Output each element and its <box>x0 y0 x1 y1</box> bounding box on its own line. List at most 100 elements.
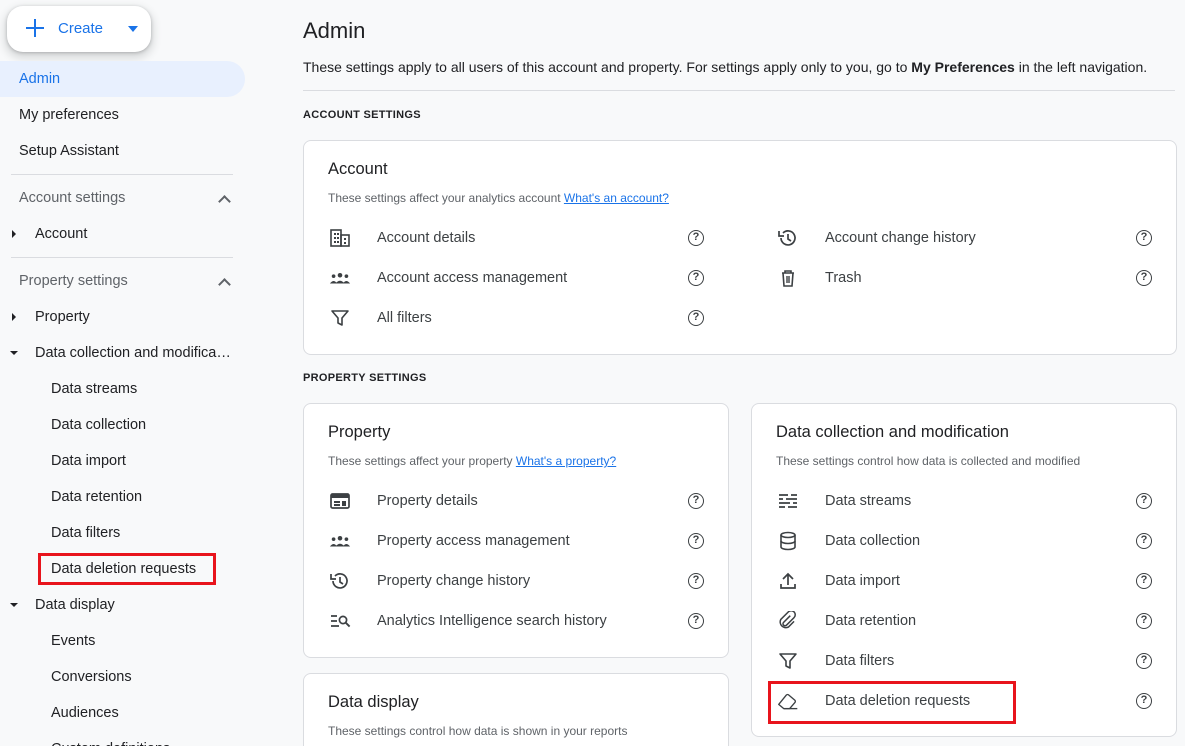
help-icon[interactable]: ? <box>1136 493 1152 509</box>
sidebar-section-account-settings[interactable]: Account settings <box>19 180 125 216</box>
chevron-up-icon[interactable] <box>219 277 229 287</box>
row-label: Property access management <box>377 533 570 549</box>
help-icon[interactable]: ? <box>1136 533 1152 549</box>
create-button[interactable]: Create <box>7 6 151 52</box>
filter-icon <box>329 308 351 328</box>
page-description-suffix: in the left navigation. <box>1014 59 1148 75</box>
help-icon[interactable]: ? <box>1136 613 1152 629</box>
sidebar-item-data-filters[interactable]: Data filters <box>51 515 120 551</box>
sidebar-item-data-display[interactable]: Data display <box>35 587 115 623</box>
card-title: Property <box>328 423 391 441</box>
row-label: All filters <box>377 310 432 326</box>
row-label: Data filters <box>825 653 895 669</box>
account-settings-label: ACCOUNT SETTINGS <box>303 109 421 121</box>
sidebar-section-property-settings[interactable]: Property settings <box>19 263 128 299</box>
sidebar-item-data-import[interactable]: Data import <box>51 443 126 479</box>
data-filters-row[interactable]: Data filters ? <box>777 641 1153 681</box>
paperclip-icon <box>777 611 799 631</box>
sidebar-item-setup-assistant[interactable]: Setup Assistant <box>19 133 119 169</box>
row-label: Trash <box>825 270 862 286</box>
data-streams-row[interactable]: Data streams ? <box>777 481 1153 521</box>
sidebar-item-property[interactable]: Property <box>35 299 90 335</box>
row-label: Data import <box>825 573 900 589</box>
card-subtitle: These settings affect your analytics acc… <box>328 191 669 205</box>
row-label: Data retention <box>825 613 917 629</box>
help-icon[interactable]: ? <box>1136 270 1152 286</box>
main-content: Admin These settings apply to all users … <box>303 0 1177 746</box>
account-access-management-row[interactable]: Account access management ? <box>329 258 705 298</box>
card-subtitle-text: These settings affect your property <box>328 454 516 468</box>
sidebar-item-audiences[interactable]: Audiences <box>51 695 119 731</box>
sidebar-item-my-preferences[interactable]: My preferences <box>19 97 119 133</box>
row-label: Account access management <box>377 270 568 286</box>
property-settings-label: PROPERTY SETTINGS <box>303 372 427 384</box>
sidebar-item-account[interactable]: Account <box>35 216 87 252</box>
history-icon <box>329 571 351 591</box>
expand-arrow-icon[interactable] <box>12 230 16 238</box>
data-collection-row[interactable]: Data collection ? <box>777 521 1153 561</box>
analytics-intelligence-search-history-row[interactable]: Analytics Intelligence search history ? <box>329 601 705 641</box>
chevron-up-icon[interactable] <box>219 194 229 204</box>
history-icon <box>777 228 799 248</box>
row-label: Account change history <box>825 230 976 246</box>
sidebar-item-events[interactable]: Events <box>51 623 95 659</box>
property-access-management-row[interactable]: Property access management ? <box>329 521 705 561</box>
database-icon <box>777 531 799 551</box>
account-details-row[interactable]: Account details ? <box>329 218 705 258</box>
card-subtitle: These settings control how data is shown… <box>328 724 628 738</box>
property-card: Property These settings affect your prop… <box>303 403 729 658</box>
card-title: Data collection and modification <box>776 423 1009 441</box>
page-title: Admin <box>303 18 366 43</box>
caret-down-icon[interactable] <box>128 26 138 32</box>
property-details-row[interactable]: Property details ? <box>329 481 705 521</box>
people-icon <box>329 531 351 551</box>
sidebar-item-data-streams[interactable]: Data streams <box>51 371 137 407</box>
whats-an-account-link[interactable]: What's an account? <box>564 191 669 205</box>
card-title: Data display <box>328 693 419 711</box>
people-icon <box>329 268 351 288</box>
account-card: Account These settings affect your analy… <box>303 140 1177 355</box>
help-icon[interactable]: ? <box>688 533 704 549</box>
sidebar-item-data-collection-modification[interactable]: Data collection and modifica… <box>35 335 231 371</box>
help-icon[interactable]: ? <box>688 613 704 629</box>
sidebar-item-admin[interactable]: Admin <box>19 61 60 97</box>
account-change-history-row[interactable]: Account change history ? <box>777 218 1153 258</box>
help-icon[interactable]: ? <box>688 310 704 326</box>
property-change-history-row[interactable]: Property change history ? <box>329 561 705 601</box>
sidebar-item-conversions[interactable]: Conversions <box>51 659 132 695</box>
highlight-box <box>38 553 216 585</box>
all-filters-row[interactable]: All filters ? <box>329 298 705 338</box>
manage-search-icon <box>329 611 351 631</box>
help-icon[interactable]: ? <box>1136 230 1152 246</box>
expand-arrow-icon[interactable] <box>12 313 16 321</box>
sidebar-item-data-collection[interactable]: Data collection <box>51 407 146 443</box>
page-description: These settings apply to all users of thi… <box>303 59 1147 75</box>
help-icon[interactable]: ? <box>688 270 704 286</box>
sidebar-item-data-retention[interactable]: Data retention <box>51 479 142 515</box>
help-icon[interactable]: ? <box>688 230 704 246</box>
highlight-box <box>768 681 1016 724</box>
sidebar-item-custom-definitions[interactable]: Custom definitions <box>51 731 170 746</box>
data-import-row[interactable]: Data import ? <box>777 561 1153 601</box>
my-preferences-link: My Preferences <box>911 59 1015 75</box>
row-label: Data streams <box>825 493 912 509</box>
card-subtitle-text: These settings affect your analytics acc… <box>328 191 564 205</box>
sidebar: Create Admin My preferences Setup Assist… <box>0 0 262 746</box>
row-label: Data collection <box>825 533 921 549</box>
data-retention-row[interactable]: Data retention ? <box>777 601 1153 641</box>
upload-icon <box>777 571 799 591</box>
collapse-arrow-icon[interactable] <box>10 351 18 355</box>
trash-row[interactable]: Trash ? <box>777 258 1153 298</box>
help-icon[interactable]: ? <box>1136 693 1152 709</box>
row-label: Property details <box>377 493 478 509</box>
whats-a-property-link[interactable]: What's a property? <box>516 454 616 468</box>
help-icon[interactable]: ? <box>688 493 704 509</box>
help-icon[interactable]: ? <box>1136 573 1152 589</box>
card-subtitle: These settings affect your property What… <box>328 454 616 468</box>
card-subtitle: These settings control how data is colle… <box>776 454 1081 468</box>
help-icon[interactable]: ? <box>1136 653 1152 669</box>
collapse-arrow-icon[interactable] <box>10 603 18 607</box>
filter-icon <box>777 651 799 671</box>
help-icon[interactable]: ? <box>688 573 704 589</box>
page-description-prefix: These settings apply to all users of thi… <box>303 59 912 75</box>
